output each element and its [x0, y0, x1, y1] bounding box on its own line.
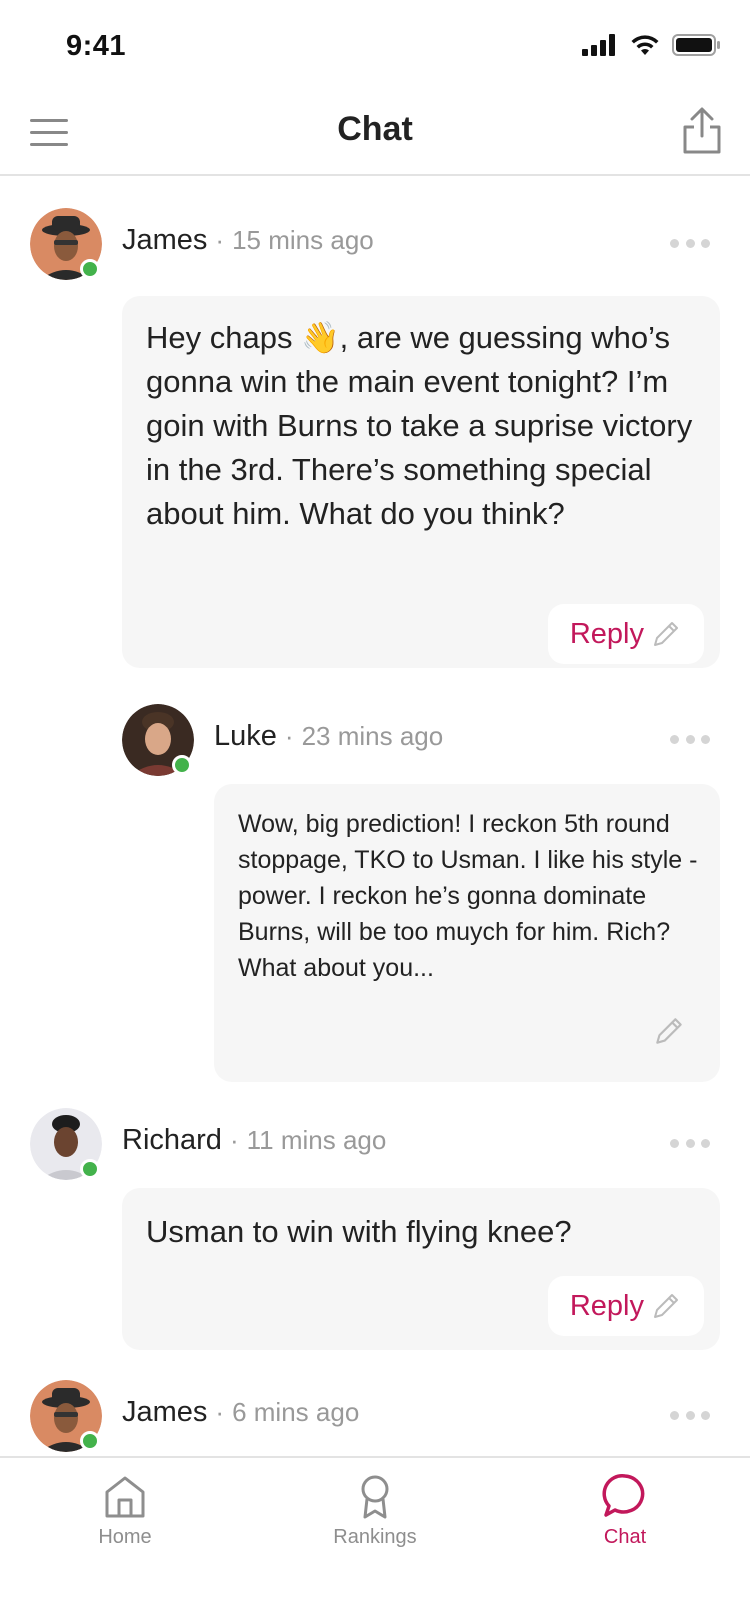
- tab-rankings[interactable]: Rankings: [295, 1472, 455, 1572]
- reply-button[interactable]: Reply: [547, 604, 704, 664]
- chat-feed[interactable]: James · 15 mins ago Hey chaps 👋, are we …: [0, 178, 750, 1456]
- online-indicator: [80, 1431, 100, 1451]
- tab-home[interactable]: Home: [45, 1472, 205, 1572]
- more-options-button[interactable]: [670, 1409, 710, 1421]
- tab-label: Rankings: [333, 1526, 417, 1548]
- pencil-icon: [654, 622, 678, 646]
- pencil-icon: [654, 1294, 678, 1318]
- message-bubble: Hey chaps 👋, are we guessing who’s gonna…: [122, 296, 720, 668]
- chat-icon: [602, 1474, 645, 1517]
- reply-label: Reply: [569, 617, 644, 650]
- online-indicator: [172, 755, 192, 775]
- share-icon: [683, 107, 721, 154]
- nav-bar: Chat: [0, 90, 750, 176]
- timestamp: 11 mins ago: [246, 1125, 387, 1155]
- separator-dot: ·: [215, 1397, 225, 1427]
- signal-icon: [582, 34, 615, 56]
- message-bubble: Wow, big prediction! I reckon 5th round …: [214, 784, 720, 1082]
- wifi-icon: [631, 35, 659, 55]
- author-name[interactable]: James: [122, 1396, 207, 1429]
- message-text: Wow, big prediction! I reckon 5th round …: [238, 810, 698, 982]
- edit-button[interactable]: [652, 1014, 688, 1050]
- message-text: Hey chaps 👋, are we guessing who’s gonna…: [146, 320, 693, 531]
- page-title: Chat: [337, 110, 413, 148]
- message-bubble: Usman to win with flying knee? Reply: [122, 1188, 720, 1350]
- tab-label: Chat: [603, 1526, 647, 1548]
- reply-button[interactable]: Reply: [547, 1276, 704, 1336]
- reply-label: Reply: [569, 1289, 644, 1322]
- author-name[interactable]: Luke: [214, 720, 277, 753]
- timestamp: 15 mins ago: [232, 225, 374, 255]
- battery-icon: [672, 34, 720, 56]
- message-text: Usman to win with flying knee?: [146, 1214, 572, 1249]
- online-indicator: [80, 1159, 100, 1179]
- status-bar: 9:41: [0, 0, 750, 90]
- status-icons: [582, 34, 720, 56]
- more-options-button[interactable]: [670, 237, 710, 249]
- status-time: 9:41: [66, 30, 127, 62]
- online-indicator: [80, 259, 100, 279]
- pencil-icon: [656, 1018, 682, 1044]
- message-header: Luke · 23 mins ago: [214, 720, 443, 753]
- more-options-button[interactable]: [670, 733, 710, 745]
- message-header: James · 6 mins ago: [122, 1396, 359, 1429]
- author-name[interactable]: James: [122, 224, 207, 257]
- share-button[interactable]: [680, 106, 724, 156]
- more-options-button[interactable]: [670, 1137, 710, 1149]
- award-icon: [361, 1475, 389, 1519]
- author-name[interactable]: Richard: [122, 1124, 222, 1157]
- tab-bar: Home Rankings Chat: [0, 1456, 750, 1624]
- timestamp: 6 mins ago: [232, 1397, 360, 1427]
- home-icon: [105, 1476, 145, 1518]
- separator-dot: ·: [229, 1125, 239, 1155]
- tab-chat[interactable]: Chat: [545, 1472, 705, 1572]
- message-header: Richard · 11 mins ago: [122, 1124, 386, 1157]
- separator-dot: ·: [284, 721, 294, 751]
- separator-dot: ·: [215, 225, 225, 255]
- timestamp: 23 mins ago: [301, 721, 444, 751]
- tab-label: Home: [98, 1526, 152, 1548]
- message-header: James · 15 mins ago: [122, 224, 374, 257]
